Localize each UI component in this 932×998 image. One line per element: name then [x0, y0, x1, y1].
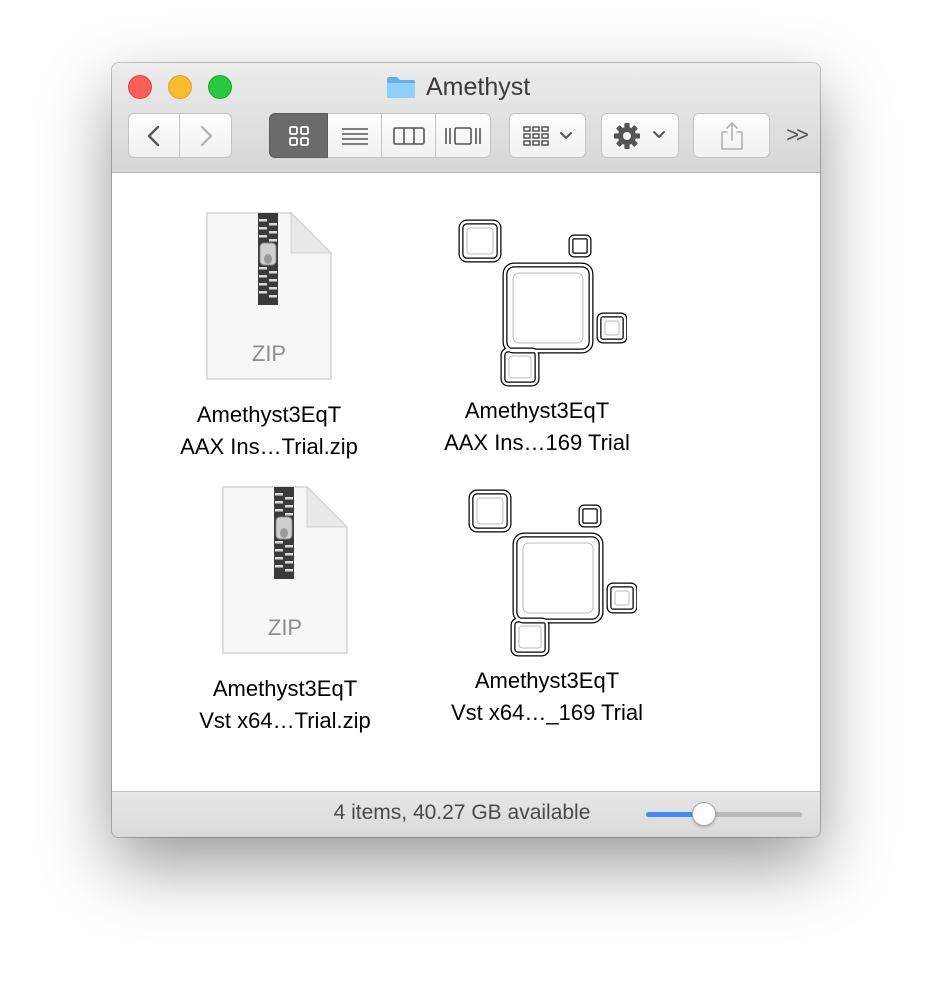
- window-title: Amethyst: [386, 72, 530, 102]
- share-button[interactable]: [693, 113, 770, 158]
- file-name-line1: Amethyst3EqT: [212, 676, 358, 701]
- icon-size-slider[interactable]: [646, 802, 802, 826]
- file-name-line1: Amethyst3EqT: [196, 402, 342, 427]
- file-name-line2: AAX Ins…Trial.zip: [180, 434, 358, 459]
- file-name-line2: AAX Ins…169 Trial: [444, 430, 630, 455]
- folder-icon: [386, 75, 416, 99]
- status-bar: 4 items, 40.27 GB available: [112, 791, 820, 837]
- file-grid: ZIP Amethyst3EqT AAX Ins…Trial.zip Ameth…: [112, 173, 820, 791]
- file-item[interactable]: ZIP Amethyst3EqT Vst x64…Trial.zip: [170, 485, 400, 737]
- zip-badge: ZIP: [267, 615, 303, 640]
- app-icon: [447, 217, 628, 387]
- gear-icon: [614, 122, 665, 149]
- titlebar: Amethyst >>: [112, 63, 820, 173]
- view-mode-control: [269, 113, 491, 158]
- column-view-button[interactable]: [382, 113, 436, 158]
- action-button[interactable]: [601, 113, 679, 158]
- finder-window: Amethyst >> ZIP Amethyst3EqT AAX Ins…Tri…: [112, 63, 820, 837]
- window-title-text: Amethyst: [426, 72, 531, 101]
- icon-view-icon: [288, 125, 309, 146]
- icon-view-button[interactable]: [269, 113, 328, 158]
- back-button[interactable]: [128, 113, 180, 158]
- forward-button[interactable]: [180, 113, 232, 158]
- file-name-line2: Vst x64…_169 Trial: [451, 700, 643, 725]
- arrange-button[interactable]: [509, 113, 586, 158]
- zip-file-icon: ZIP: [205, 211, 333, 381]
- zip-file-icon: ZIP: [221, 485, 349, 655]
- nav-buttons: [128, 113, 232, 158]
- list-view-button[interactable]: [328, 113, 382, 158]
- chevron-left-icon: [147, 125, 160, 146]
- toolbar-overflow-button[interactable]: >>: [780, 122, 812, 150]
- file-name-line1: Amethyst3EqT: [474, 668, 620, 693]
- slider-knob[interactable]: [692, 802, 716, 826]
- list-view-icon: [341, 127, 368, 145]
- chevron-right-icon: [200, 125, 212, 146]
- file-item[interactable]: Amethyst3EqT AAX Ins…169 Trial: [422, 217, 652, 459]
- file-item[interactable]: Amethyst3EqT Vst x64…_169 Trial: [432, 487, 662, 729]
- minimize-button[interactable]: [168, 75, 192, 99]
- cover-flow-button[interactable]: [436, 113, 491, 158]
- share-icon: [720, 121, 743, 150]
- cover-flow-icon: [445, 126, 481, 145]
- zip-badge: ZIP: [251, 341, 287, 366]
- file-name-line1: Amethyst3EqT: [464, 398, 610, 423]
- close-button[interactable]: [128, 75, 152, 99]
- file-item[interactable]: ZIP Amethyst3EqT AAX Ins…Trial.zip: [154, 211, 384, 463]
- column-view-icon: [392, 126, 425, 145]
- zoom-button[interactable]: [208, 75, 232, 99]
- app-icon: [457, 487, 638, 657]
- arrange-grid-icon: [522, 125, 572, 146]
- file-name-line2: Vst x64…Trial.zip: [199, 708, 371, 733]
